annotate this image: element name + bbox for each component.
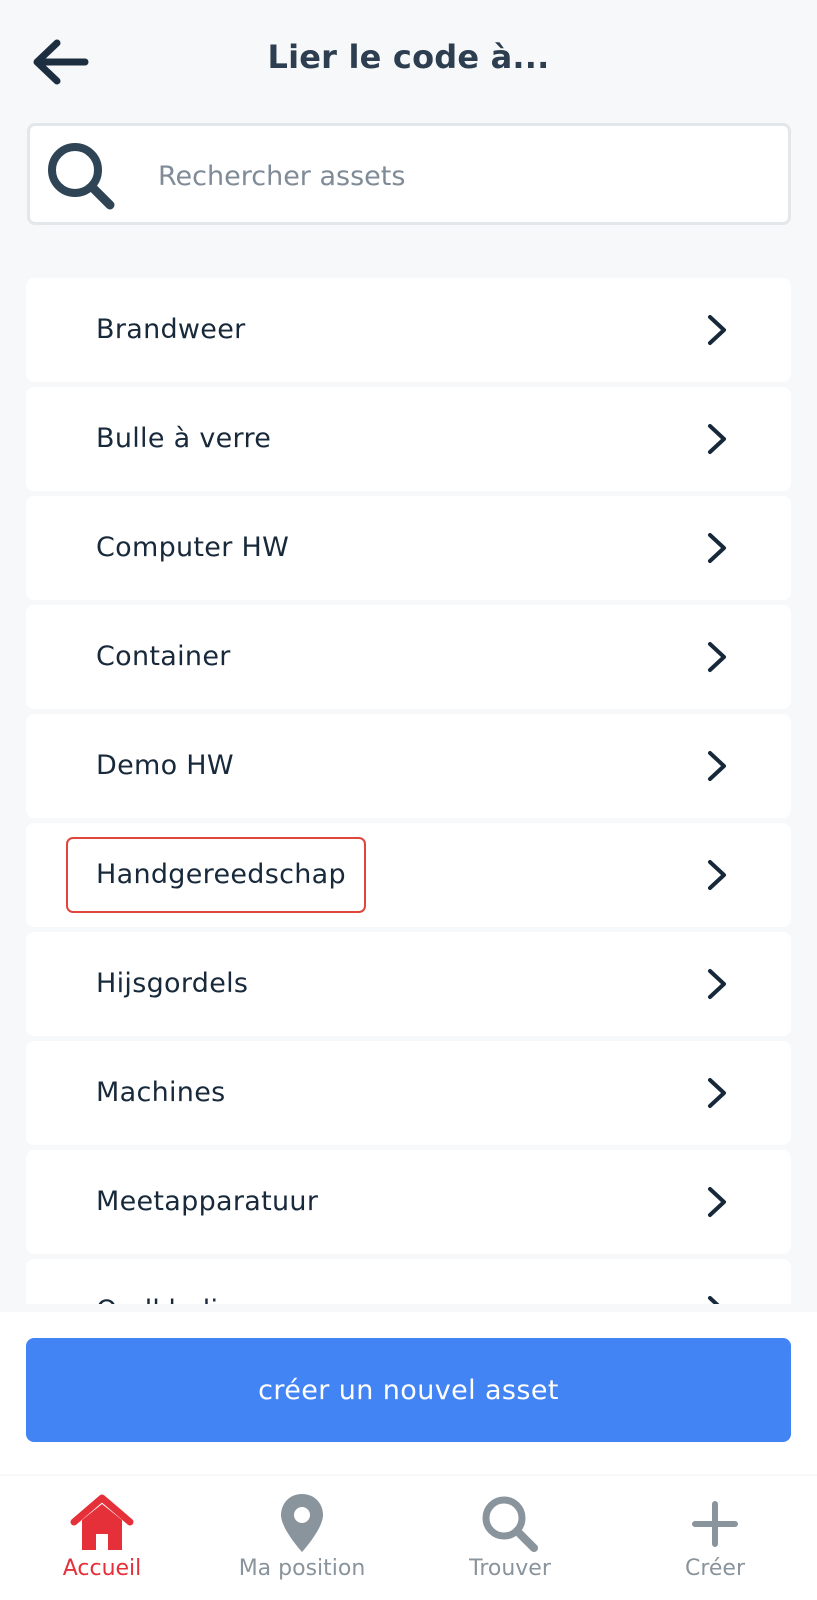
nav-label: Accueil	[62, 1556, 142, 1581]
nav-label: Créer	[684, 1556, 746, 1581]
list-item-label: Demo HW	[96, 750, 234, 781]
chevron-right-icon	[708, 315, 726, 345]
asset-type-list: Brandweer Bulle à verre Computer HW Cont…	[0, 278, 817, 1304]
nav-item-trouver[interactable]: Trouver	[408, 1476, 612, 1600]
list-item-oudkleding[interactable]: Oudkleding	[26, 1259, 791, 1304]
search-icon	[48, 143, 115, 210]
header: Lier le code à...	[0, 0, 817, 125]
nav-item-accueil[interactable]: Accueil	[0, 1476, 204, 1600]
page-title: Lier le code à...	[267, 38, 550, 76]
nav-item-ma-position[interactable]: Ma position	[200, 1476, 404, 1600]
list-item-label: Oudkleding	[96, 1259, 253, 1304]
chevron-right-icon	[708, 533, 726, 563]
list-item-label: Meetapparatuur	[96, 1186, 319, 1217]
list-item-label: Handgereedschap	[96, 859, 346, 890]
nav-item-creer[interactable]: Créer	[613, 1476, 817, 1600]
action-area: créer un nouvel asset	[0, 1312, 817, 1474]
plus-icon	[692, 1501, 738, 1547]
chevron-right-icon	[708, 860, 726, 890]
chevron-right-icon	[708, 969, 726, 999]
chevron-right-icon	[708, 1078, 726, 1108]
chevron-right-icon	[708, 642, 726, 672]
chevron-right-icon	[708, 1187, 726, 1217]
chevron-right-icon	[708, 1296, 720, 1304]
bottom-nav: Accueil Ma position Trouver Créer	[0, 1476, 817, 1600]
search-input[interactable]	[158, 148, 758, 204]
list-item-label: Machines	[96, 1077, 226, 1108]
list-item-container[interactable]: Container	[26, 605, 791, 709]
list-item-machines[interactable]: Machines	[26, 1041, 791, 1145]
home-icon	[70, 1494, 134, 1550]
list-item-label: Brandweer	[96, 314, 246, 345]
list-item-hijsgordels[interactable]: Hijsgordels	[26, 932, 791, 1036]
list-item-label: Computer HW	[96, 532, 290, 563]
list-item-demo-hw[interactable]: Demo HW	[26, 714, 791, 818]
create-asset-button[interactable]: créer un nouvel asset	[26, 1338, 791, 1442]
list-item-brandweer[interactable]: Brandweer	[26, 278, 791, 382]
app-root: Lier le code à... Brandweer Bulle à verr…	[0, 0, 817, 1600]
nav-label: Trouver	[469, 1556, 551, 1581]
chevron-right-icon	[708, 424, 726, 454]
nav-label: Ma position	[238, 1556, 366, 1581]
list-item-label: Container	[96, 641, 231, 672]
list-item-computer-hw[interactable]: Computer HW	[26, 496, 791, 600]
search-box[interactable]	[27, 123, 791, 225]
location-pin-icon	[281, 1494, 323, 1552]
list-item-bulle-a-verre[interactable]: Bulle à verre	[26, 387, 791, 491]
list-item-label: Bulle à verre	[96, 423, 272, 454]
list-item-handgereedschap[interactable]: Handgereedschap	[26, 823, 791, 927]
chevron-right-icon	[708, 751, 726, 781]
list-item-label: Hijsgordels	[96, 968, 249, 999]
list-item-meetapparatuur[interactable]: Meetapparatuur	[26, 1150, 791, 1254]
search-icon	[482, 1496, 538, 1552]
